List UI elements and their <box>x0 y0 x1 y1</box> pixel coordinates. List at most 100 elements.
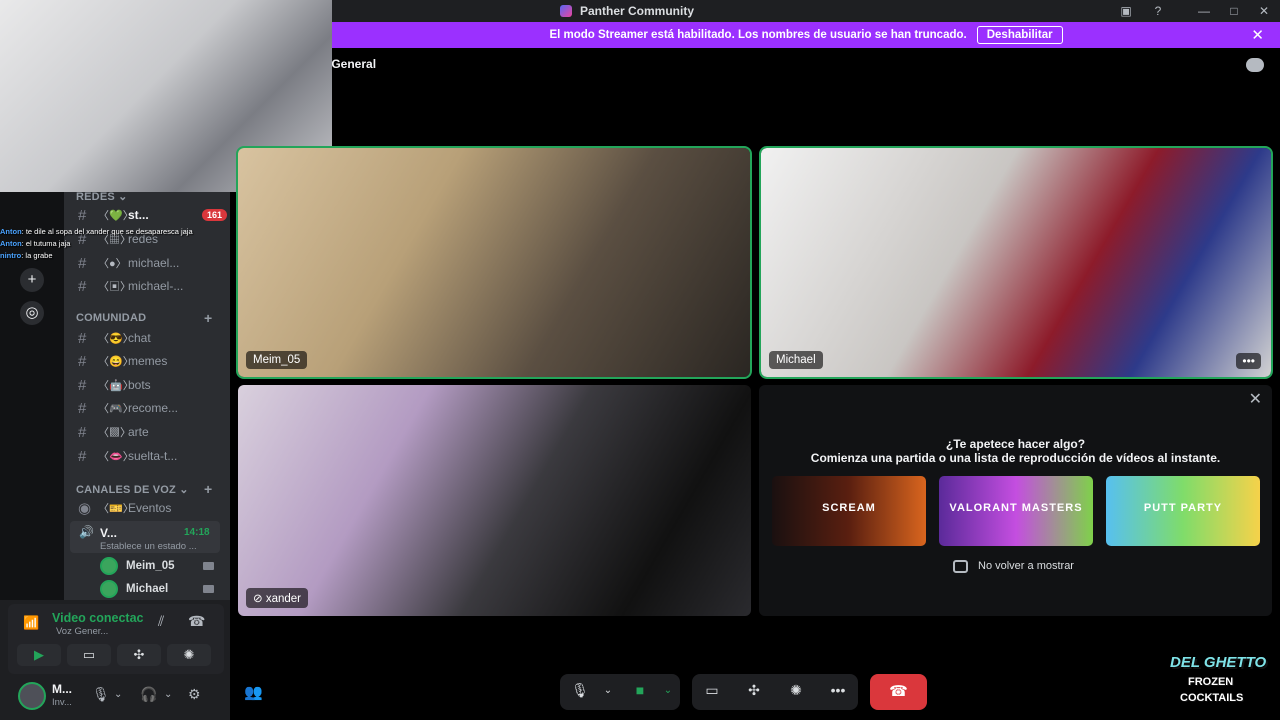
headphones-icon[interactable]: 🎧 <box>140 686 157 703</box>
dont-show-checkbox[interactable] <box>953 560 968 573</box>
chat-text: : la grabe <box>21 251 53 260</box>
screen-share-icon[interactable]: ▭ <box>702 682 722 699</box>
game-title: SCREAM <box>822 502 876 514</box>
chevron-down-icon[interactable]: ⌄ <box>114 689 122 700</box>
tile-user-label: Michael <box>769 351 823 369</box>
hash-icon: # <box>78 399 87 417</box>
chat-bubble-icon[interactable] <box>1246 58 1264 72</box>
channel-item[interactable]: # 〈🎮〉 recome... <box>78 398 228 418</box>
voice-user[interactable]: Meim_05 <box>100 556 220 576</box>
frame-emoji-icon: 〈▩〉 <box>98 427 131 439</box>
media-control-group: 🎙 ⌄ ■ ⌄ <box>560 674 680 710</box>
help-icon[interactable]: ? <box>1150 3 1166 19</box>
microphone-icon[interactable]: 🎙 <box>570 682 590 699</box>
channel-item[interactable]: # 〈▩〉 arte <box>78 422 228 442</box>
voice-connection-panel: 📶 Video conectac Voz Gener... ⫽ ☎ ▶ ▭ ✣ … <box>8 604 224 674</box>
voice-channel-name: V... <box>100 526 117 540</box>
channel-item[interactable]: # 〈🤖〉 bots <box>78 375 228 395</box>
voice-channel-eventos[interactable]: ◉ 〈🎫〉 Eventos <box>78 498 228 518</box>
channel-name: suelta-t... <box>128 449 178 463</box>
category-comunidad[interactable]: COMUNIDAD + <box>76 310 212 326</box>
minimize-icon[interactable]: — <box>1196 3 1212 19</box>
add-server-icon[interactable]: + <box>20 268 44 292</box>
tile-user-name: xander <box>265 593 302 605</box>
discover-icon[interactable]: ◎ <box>20 301 44 325</box>
add-channel-icon[interactable]: + <box>204 481 212 497</box>
chevron-down-icon[interactable]: ⌄ <box>598 685 618 696</box>
screen-share-button[interactable]: ▭ <box>67 644 111 666</box>
connection-channel[interactable]: Voz Gener... <box>56 626 108 637</box>
camera-icon[interactable]: ■ <box>630 682 650 698</box>
microphone-icon[interactable]: 🎙 <box>92 686 110 703</box>
ticket-emoji-icon: 〈🎫〉 <box>98 503 134 515</box>
inbox-icon[interactable]: ▣ <box>1118 3 1134 19</box>
channel-name: michael-... <box>128 279 184 293</box>
brand-logo: DEL GHETTO FROZEN COCKTAILS <box>1166 642 1274 714</box>
speaker-icon: 🔊 <box>79 525 94 539</box>
voice-status-prompt[interactable]: Establece un estado ... <box>100 541 197 552</box>
disable-streamer-button[interactable]: Deshabilitar <box>976 26 1063 44</box>
tile-user-label: ⊘ xander <box>246 588 309 608</box>
video-tile[interactable]: Michael ••• <box>759 146 1273 379</box>
channel-item[interactable]: # 〈▣〉 michael-... <box>78 276 228 296</box>
more-icon[interactable]: ••• <box>828 682 848 698</box>
connection-status: Video conectac <box>52 611 144 625</box>
active-voice-channel[interactable]: 🔊 V... 14:18 Establece un estado ... <box>70 521 220 553</box>
chevron-down-icon[interactable]: ⌄ <box>164 689 172 700</box>
game-card[interactable]: SCREAM <box>772 476 926 546</box>
dont-show-label: No volver a mostrar <box>978 560 1074 572</box>
add-people-icon[interactable]: 👥 <box>244 683 263 701</box>
channel-name: arte <box>128 425 149 439</box>
close-window-icon[interactable]: ✕ <box>1256 3 1272 19</box>
video-tile[interactable]: ⊘ xander <box>238 385 751 616</box>
hash-icon: # <box>78 277 87 295</box>
voice-user-name: Michael <box>126 583 169 595</box>
channel-emoji-icon: 〈▣〉 <box>98 281 131 293</box>
logo-line: COCKTAILS <box>1180 692 1244 704</box>
game-card[interactable]: VALORANT MASTERS <box>939 476 1093 546</box>
channel-item[interactable]: # 〈👄〉 suelta-t... <box>78 446 228 466</box>
chat-text: : el tutuma jaja <box>21 239 71 248</box>
channel-item[interactable]: # 〈😄〉 memes <box>78 351 228 371</box>
stream-chat-overlay: Anton: te dile al sopa del xander que se… <box>0 190 200 262</box>
category-voz[interactable]: CANALES DE VOZ ⌄ + <box>76 481 212 497</box>
maximize-icon[interactable]: □ <box>1226 3 1242 19</box>
game-card[interactable]: PUTT PARTY <box>1106 476 1260 546</box>
chevron-down-icon[interactable]: ⌄ <box>658 685 678 696</box>
grin-emoji-icon: 〈😄〉 <box>98 356 134 368</box>
disconnect-icon[interactable]: ☎ <box>188 613 205 630</box>
voice-user[interactable]: Michael <box>100 579 220 599</box>
soundboard-icon[interactable]: ✺ <box>786 682 806 699</box>
chat-user: Anton <box>0 227 22 236</box>
disconnect-button[interactable]: ☎ <box>870 674 927 710</box>
voice-user-name: Meim_05 <box>126 560 175 572</box>
camera-icon <box>203 585 214 593</box>
activities-button[interactable]: ✣ <box>117 644 161 666</box>
avatar[interactable] <box>18 682 46 710</box>
more-options-button[interactable]: ••• <box>1236 353 1261 369</box>
chat-user: Anton <box>0 239 22 248</box>
extras-control-group: ▭ ✣ ✺ ••• <box>692 674 858 710</box>
noise-suppression-icon[interactable]: ⫽ <box>158 613 164 630</box>
hash-icon: # <box>78 329 87 347</box>
app-icon <box>560 5 572 17</box>
channel-name: recome... <box>128 401 179 415</box>
close-icon[interactable]: ✕ <box>1249 389 1262 409</box>
soundboard-button[interactable]: ✺ <box>167 644 211 666</box>
gear-icon[interactable]: ⚙ <box>188 686 201 703</box>
user-name: M... <box>52 682 72 696</box>
add-channel-icon[interactable]: + <box>204 310 212 326</box>
close-banner-icon[interactable]: ✕ <box>1251 26 1264 44</box>
channel-item[interactable]: # 〈😎〉 chat <box>78 328 228 348</box>
video-tile[interactable]: Meim_05 <box>236 146 752 379</box>
user-status: Inv... <box>52 697 72 708</box>
activities-icon[interactable]: ✣ <box>744 682 764 699</box>
hash-icon: # <box>78 447 87 465</box>
mention-badge: 161 <box>202 209 228 221</box>
user-panel: M... Inv... 🎙 ⌄ 🎧 ⌄ ⚙ <box>8 678 224 714</box>
streamer-mode-banner: El modo Streamer está habilitado. Los no… <box>332 22 1280 48</box>
channel-name: memes <box>128 354 168 368</box>
channel-name: chat <box>128 331 151 345</box>
signal-icon[interactable]: 📶 <box>23 615 39 631</box>
camera-button[interactable]: ▶ <box>17 644 61 666</box>
